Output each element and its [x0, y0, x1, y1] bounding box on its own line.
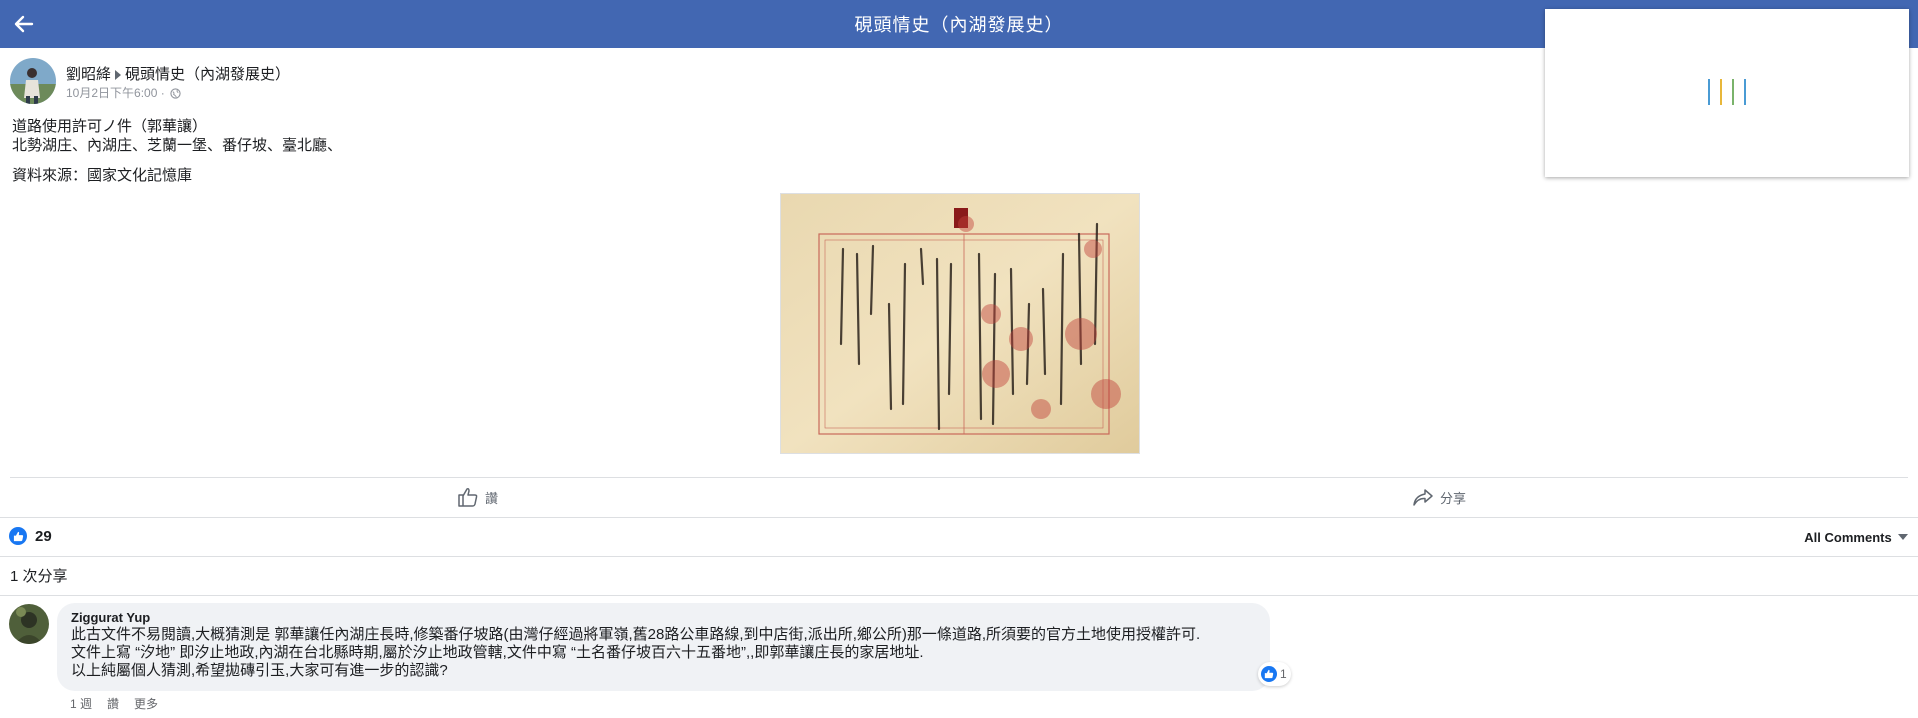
- divider: [10, 477, 1908, 478]
- share-count[interactable]: 1 次分享: [10, 565, 68, 586]
- post-text-line: 道路使用許可ノ件（郭華讓）: [12, 118, 208, 135]
- post-body: 道路使用許可ノ件（郭華讓） 北勢湖庄、內湖庄、芝蘭一堡、番仔坡、臺北廳、: [12, 117, 342, 155]
- comment-like-link[interactable]: 讚: [107, 695, 119, 712]
- thumbs-up-icon: [458, 488, 478, 507]
- like-reaction-icon: [9, 527, 27, 545]
- comment-sort-dropdown[interactable]: All Comments: [1794, 519, 1918, 555]
- comment-text-line: 此古文件不易閱讀,大概猜測是 郭華讓任內湖庄長時,修築番仔坡路(由灣仔經過將軍嶺…: [71, 626, 1201, 643]
- comment-sort-label: All Comments: [1804, 529, 1892, 545]
- like-button-label: 讚: [485, 490, 499, 506]
- commenter-avatar[interactable]: [9, 604, 49, 644]
- reaction-summary[interactable]: 29: [9, 527, 52, 545]
- commenter-name-link[interactable]: Ziggurat Yup: [71, 609, 1256, 626]
- reaction-count: 29: [35, 527, 52, 545]
- post-image[interactable]: [780, 193, 1140, 454]
- share-button-label: 分享: [1440, 490, 1467, 506]
- comment-text-line: 文件上寫 “汐地” 即汐止地政,內湖在台北縣時期,屬於汐止地政管轄,文件中寫 “…: [71, 644, 924, 661]
- share-arrow-icon: [1413, 489, 1433, 506]
- like-reaction-icon: [1261, 666, 1277, 682]
- group-name-link[interactable]: 硯頭情史（內湖發展史）: [125, 66, 290, 83]
- comment-reaction-count: 1: [1280, 667, 1287, 681]
- divider: [0, 595, 1918, 596]
- loading-popup: [1545, 9, 1909, 177]
- comment-actions: 1 週 讚 更多: [70, 695, 173, 712]
- historical-document-image: [781, 194, 1139, 453]
- globe-icon: [170, 88, 181, 99]
- caret-right-icon: [115, 69, 122, 80]
- loading-spinner-icon: [1708, 79, 1746, 105]
- comment-more-link[interactable]: 更多: [134, 695, 158, 712]
- post-source: 資料來源：國家文化記憶庫: [12, 167, 193, 184]
- divider: [0, 517, 1918, 518]
- comment-reaction-badge[interactable]: 1: [1258, 662, 1291, 686]
- comment-text-line: 以上純屬個人猜測,希望拋磚引玉,大家可有進一步的認識?: [71, 662, 448, 679]
- divider: [0, 556, 1918, 557]
- caret-down-icon: [1897, 534, 1908, 540]
- like-button[interactable]: 讚: [457, 485, 498, 509]
- share-button[interactable]: 分享: [1412, 485, 1466, 509]
- author-name-link[interactable]: 劉昭絳: [66, 66, 111, 83]
- comment-bubble: Ziggurat Yup 此古文件不易閱讀,大概猜測是 郭華讓任內湖庄長時,修築…: [57, 603, 1270, 691]
- author-avatar[interactable]: [10, 58, 56, 104]
- post-timestamp[interactable]: 10月2日下午6:00 ·: [66, 86, 165, 100]
- post-text-line: 北勢湖庄、內湖庄、芝蘭一堡、番仔坡、臺北廳、: [12, 137, 343, 154]
- post-meta: 10月2日下午6:00 ·: [66, 84, 181, 101]
- post-author-line: 劉昭絳 硯頭情史（內湖發展史）: [66, 63, 290, 84]
- comment-age: 1 週: [70, 697, 93, 711]
